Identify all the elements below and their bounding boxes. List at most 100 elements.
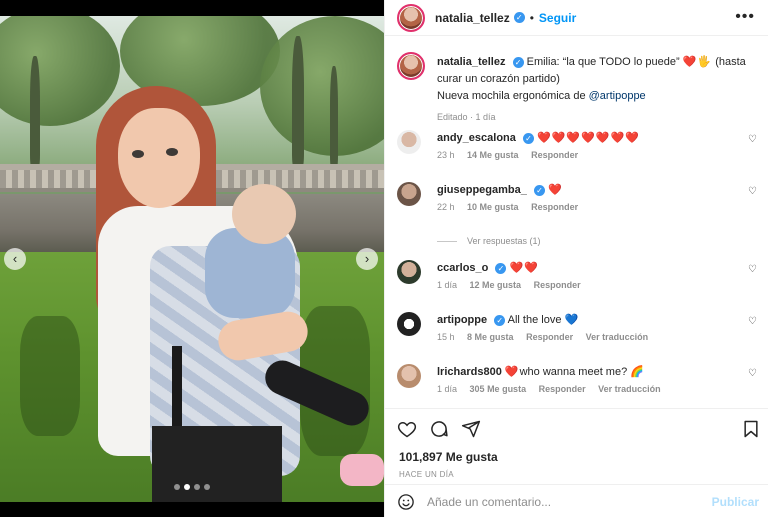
commenter-avatar[interactable] <box>397 364 421 388</box>
verified-badge-icon: ✓ <box>513 12 525 23</box>
author-avatar[interactable] <box>397 3 425 32</box>
share-send-icon[interactable] <box>461 419 481 439</box>
water-reflection <box>20 316 80 436</box>
translate-button[interactable]: Ver traducción <box>598 384 661 394</box>
comment-username[interactable]: giuseppegamba_ <box>437 184 527 196</box>
post-sidebar: natalia_tellez ✓ • Seguir ••• natalia_te… <box>384 0 768 517</box>
comment-body: lrichards800 ❤️who wanna meet me? 🌈 <box>437 365 644 378</box>
like-comment-heart-icon[interactable]: ♡ <box>748 134 757 145</box>
comment-meta: 23 h 14 Me gusta Responder <box>437 150 588 160</box>
like-comment-heart-icon[interactable]: ♡ <box>748 264 757 275</box>
comment-likes[interactable]: 8 Me gusta <box>467 332 514 342</box>
post-date: HACE UN DÍA <box>399 470 454 479</box>
like-comment-heart-icon[interactable]: ♡ <box>748 186 757 197</box>
comment-username[interactable]: andy_escalona <box>437 132 516 144</box>
save-bookmark-icon[interactable] <box>741 419 761 439</box>
caption-text: natalia_tellez ✓ Emilia: “la que TODO lo… <box>437 54 755 126</box>
more-options-icon[interactable]: ••• <box>735 8 755 26</box>
view-replies-button[interactable]: Ver respuestas (1) <box>437 236 541 246</box>
comment-body: giuseppegamba_ ✓ ❤️ <box>437 183 563 196</box>
caption-body: Emilia: “la que TODO lo puede” <box>526 56 683 68</box>
baby-shoe <box>340 454 384 486</box>
comment-likes[interactable]: 12 Me gusta <box>470 280 522 290</box>
comment-item: andy_escalona ✓ ❤️❤️❤️❤️❤️❤️❤️ 23 h 14 M… <box>397 130 757 174</box>
woman-pants <box>152 426 282 502</box>
comment-emoji: 🌈 <box>630 366 644 378</box>
comment-time: 1 día <box>437 280 458 290</box>
baby-body <box>205 228 295 318</box>
comment-item: ccarlos_o ✓ ❤️❤️ 1 día 12 Me gusta Respo… <box>397 260 757 304</box>
comment-meta: 1 día 12 Me gusta Responder <box>437 280 591 290</box>
comment-likes[interactable]: 14 Me gusta <box>467 150 519 160</box>
comment-emoji: ❤️❤️ <box>509 262 539 274</box>
comment-likes[interactable]: 10 Me gusta <box>467 202 519 212</box>
publish-comment-button[interactable]: Publicar <box>712 495 759 509</box>
comment-time: 1 día <box>437 384 458 394</box>
tree-trunk <box>330 66 338 166</box>
translate-button[interactable]: Ver traducción <box>586 332 649 342</box>
woman-face <box>118 108 200 208</box>
comment-username[interactable]: artipoppe <box>437 314 487 326</box>
carousel-prev-button[interactable]: ‹ <box>4 248 26 270</box>
reply-button[interactable]: Responder <box>531 150 578 160</box>
carousel-next-button[interactable]: › <box>356 248 378 270</box>
comment-username[interactable]: lrichards800 <box>437 366 502 378</box>
caption-meta: Editado · 1 día <box>437 112 496 122</box>
comment-bubble-icon[interactable] <box>429 419 449 439</box>
emoji-icon[interactable] <box>397 493 415 511</box>
verified-badge-icon: ✓ <box>495 262 507 274</box>
reply-button[interactable]: Responder <box>534 280 581 290</box>
verified-badge-icon: ✓ <box>494 314 506 326</box>
header-separator: • <box>529 10 534 25</box>
verified-badge-icon: ✓ <box>533 184 545 196</box>
tree-trunk <box>292 36 304 166</box>
commenter-avatar[interactable] <box>397 182 421 206</box>
caption-avatar[interactable] <box>397 52 425 80</box>
reply-button[interactable]: Responder <box>539 384 586 394</box>
commenter-avatar[interactable] <box>397 312 421 336</box>
comment-meta: 22 h 10 Me gusta Responder <box>437 202 588 212</box>
commenter-avatar[interactable] <box>397 260 421 284</box>
comment-body: ccarlos_o ✓ ❤️❤️ <box>437 261 539 274</box>
comment-time: 23 h <box>437 150 455 160</box>
reply-button[interactable]: Responder <box>531 202 578 212</box>
carousel-dot-active[interactable] <box>184 484 190 490</box>
comment-time: 22 h <box>437 202 455 212</box>
comment-body: andy_escalona ✓ ❤️❤️❤️❤️❤️❤️❤️ <box>437 131 640 144</box>
comments-list: natalia_tellez ✓ Emilia: “la que TODO lo… <box>385 40 768 408</box>
follow-button[interactable]: Seguir <box>539 11 576 25</box>
commenter-avatar[interactable] <box>397 130 421 154</box>
like-comment-heart-icon[interactable]: ♡ <box>748 368 757 379</box>
caption-line2: Nueva mochila ergonómica de <box>437 90 589 102</box>
caption-mention-link[interactable]: @artipoppe <box>589 90 646 102</box>
add-comment-bar: Publicar <box>385 484 768 517</box>
tree-foliage <box>260 16 384 156</box>
eye <box>132 150 144 158</box>
carousel-dot[interactable] <box>174 484 180 490</box>
tree-foliage <box>0 16 120 126</box>
like-heart-icon[interactable] <box>397 419 417 439</box>
carousel-dot[interactable] <box>194 484 200 490</box>
comment-input[interactable] <box>427 492 697 512</box>
comment-emoji-before: ❤️ <box>504 366 520 378</box>
comment-body: artipoppe ✓ All the love 💙 <box>437 313 578 326</box>
post-media: ‹ › <box>0 0 384 517</box>
view-replies-label: Ver respuestas (1) <box>467 236 541 246</box>
post-photo <box>0 16 384 502</box>
carousel-dots <box>174 484 210 490</box>
carousel-dot[interactable] <box>204 484 210 490</box>
author-username[interactable]: natalia_tellez <box>435 11 510 25</box>
comment-likes[interactable]: 305 Me gusta <box>470 384 527 394</box>
post-actions-bar <box>385 408 768 448</box>
caption-username[interactable]: natalia_tellez <box>437 56 505 68</box>
like-comment-heart-icon[interactable]: ♡ <box>748 316 757 327</box>
instagram-post-modal: ‹ › natalia_tellez ✓ • Seguir ••• natali… <box>0 0 768 517</box>
reply-button[interactable]: Responder <box>526 332 573 342</box>
comment-username[interactable]: ccarlos_o <box>437 262 488 274</box>
likes-count[interactable]: 101,897 Me gusta <box>399 450 498 464</box>
comment-item: artipoppe ✓ All the love 💙 15 h 8 Me gus… <box>397 312 757 356</box>
verified-badge-icon: ✓ <box>522 132 534 144</box>
comment-text: All the love <box>507 314 565 326</box>
caption-emoji: ❤️🖐 <box>682 56 713 68</box>
comment-time: 15 h <box>437 332 455 342</box>
